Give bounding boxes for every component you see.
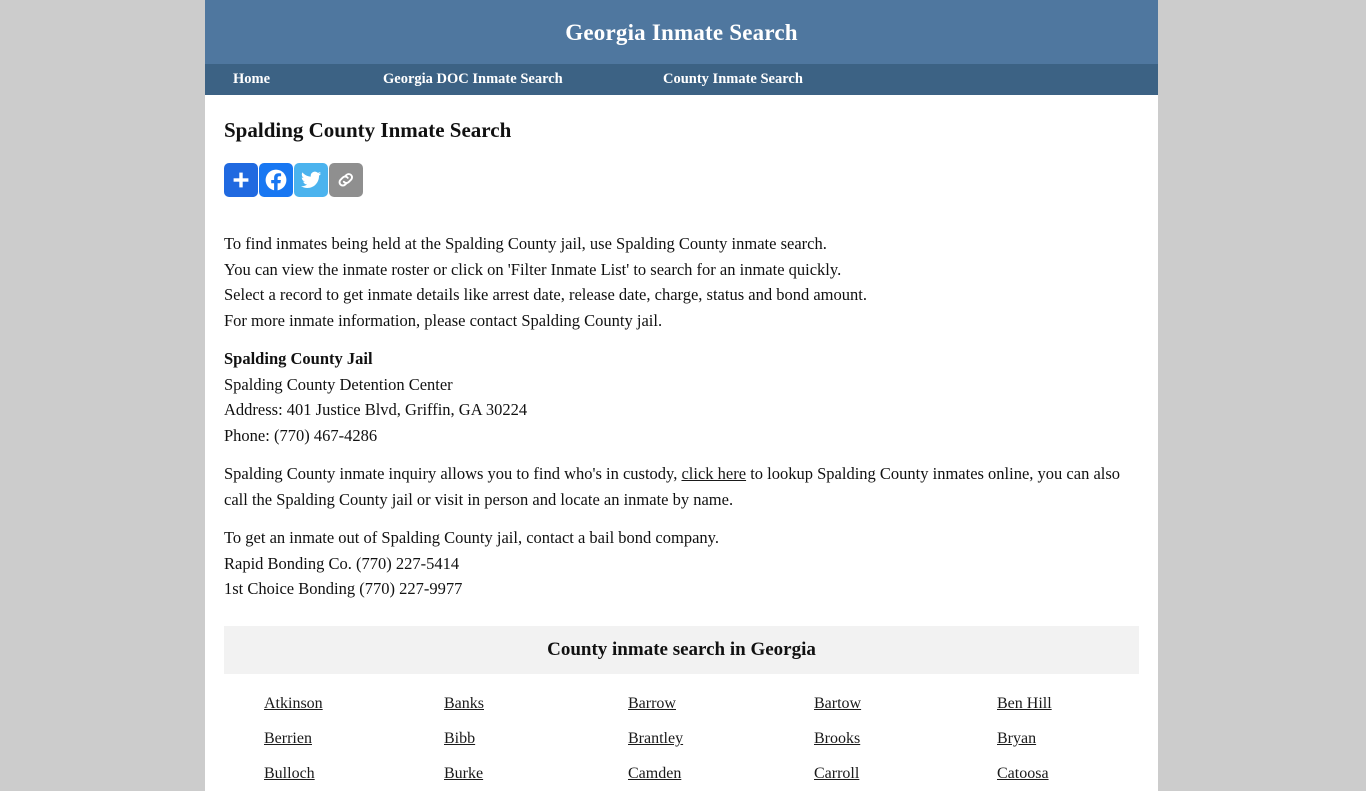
bail-intro: To get an inmate out of Spalding County … xyxy=(224,528,719,548)
bail-bond-block: To get an inmate out of Spalding County … xyxy=(224,525,1139,602)
county-search-section: County inmate search in Georgia Atkinson… xyxy=(224,625,1139,791)
plus-icon xyxy=(231,170,251,190)
table-cell: Berrien xyxy=(224,721,407,756)
county-link-atkinson[interactable]: Atkinson xyxy=(264,695,323,712)
table-cell: Atkinson xyxy=(224,686,407,721)
bail-company: 1st Choice Bonding (770) 227-9977 xyxy=(224,579,463,599)
jail-address: Address: 401 Justice Blvd, Griffin, GA 3… xyxy=(224,400,528,420)
twitter-bird-icon xyxy=(300,169,322,191)
table-row: Atkinson Banks Barrow Bartow Ben Hill xyxy=(224,686,1139,721)
county-links-table: Atkinson Banks Barrow Bartow Ben Hill Be… xyxy=(224,686,1139,791)
inquiry-text-before: Spalding County inmate inquiry allows yo… xyxy=(224,464,682,484)
county-link-bulloch[interactable]: Bulloch xyxy=(264,765,315,782)
intro-line: You can view the inmate roster or click … xyxy=(224,259,842,279)
table-cell: Burke xyxy=(407,756,590,791)
county-link-bryan[interactable]: Bryan xyxy=(997,730,1036,747)
nav-item-home[interactable]: Home xyxy=(233,72,383,87)
table-row: Berrien Bibb Brantley Brooks Bryan xyxy=(224,721,1139,756)
twitter-share-button[interactable] xyxy=(294,163,328,198)
jail-address-block: Spalding County Jail Spalding County Det… xyxy=(224,346,1139,448)
site-header: Georgia Inmate Search xyxy=(205,0,1158,64)
table-cell: Bulloch xyxy=(224,756,407,791)
table-cell: Ben Hill xyxy=(956,686,1139,721)
nav-item-county-inmate-search[interactable]: County Inmate Search xyxy=(663,72,923,87)
inquiry-paragraph: Spalding County inmate inquiry allows yo… xyxy=(224,461,1139,512)
table-cell: Bartow xyxy=(773,686,956,721)
table-cell: Bibb xyxy=(407,721,590,756)
intro-paragraph: To find inmates being held at the Spaldi… xyxy=(224,231,1139,333)
intro-line: For more inmate information, please cont… xyxy=(224,310,663,330)
table-cell: Barrow xyxy=(590,686,773,721)
jail-facility: Spalding County Detention Center xyxy=(224,374,453,394)
county-link-barrow[interactable]: Barrow xyxy=(628,695,676,712)
addthis-share-button[interactable] xyxy=(224,163,258,198)
county-link-catoosa[interactable]: Catoosa xyxy=(997,765,1049,782)
county-link-ben-hill[interactable]: Ben Hill xyxy=(997,695,1052,712)
table-cell: Carroll xyxy=(773,756,956,791)
click-here-link[interactable]: click here xyxy=(681,464,746,483)
county-link-berrien[interactable]: Berrien xyxy=(264,730,312,747)
jail-name: Spalding County Jail xyxy=(224,349,373,369)
copy-link-button[interactable] xyxy=(329,163,363,198)
county-link-brantley[interactable]: Brantley xyxy=(628,730,683,747)
table-cell: Camden xyxy=(590,756,773,791)
nav-item-georgia-doc-inmate-search[interactable]: Georgia DOC Inmate Search xyxy=(383,72,663,87)
county-section-heading: County inmate search in Georgia xyxy=(224,625,1139,674)
bail-company: Rapid Bonding Co. (770) 227-5414 xyxy=(224,553,460,573)
intro-line: To find inmates being held at the Spaldi… xyxy=(224,234,827,254)
page-title: Spalding County Inmate Search xyxy=(224,118,512,142)
table-cell: Banks xyxy=(407,686,590,721)
county-link-brooks[interactable]: Brooks xyxy=(814,730,860,747)
intro-line: Select a record to get inmate details li… xyxy=(224,285,867,305)
county-link-camden[interactable]: Camden xyxy=(628,765,681,782)
facebook-share-button[interactable] xyxy=(259,163,293,198)
county-link-burke[interactable]: Burke xyxy=(444,765,483,782)
facebook-icon xyxy=(264,168,288,192)
table-row: Bulloch Burke Camden Carroll Catoosa xyxy=(224,756,1139,791)
page-container: Georgia Inmate Search Home Georgia DOC I… xyxy=(205,0,1158,791)
county-link-bartow[interactable]: Bartow xyxy=(814,695,861,712)
main-content: Spalding County Inmate Search To find in… xyxy=(205,95,1158,791)
county-link-bibb[interactable]: Bibb xyxy=(444,730,475,747)
site-title: Georgia Inmate Search xyxy=(565,19,798,45)
table-cell: Bryan xyxy=(956,721,1139,756)
jail-phone: Phone: (770) 467-4286 xyxy=(224,425,378,445)
main-navigation: Home Georgia DOC Inmate Search County In… xyxy=(205,64,1158,95)
table-cell: Brantley xyxy=(590,721,773,756)
share-buttons-row xyxy=(224,163,1139,198)
county-link-carroll[interactable]: Carroll xyxy=(814,765,859,782)
county-link-banks[interactable]: Banks xyxy=(444,695,484,712)
table-cell: Brooks xyxy=(773,721,956,756)
chain-link-icon xyxy=(335,169,357,191)
table-cell: Catoosa xyxy=(956,756,1139,791)
